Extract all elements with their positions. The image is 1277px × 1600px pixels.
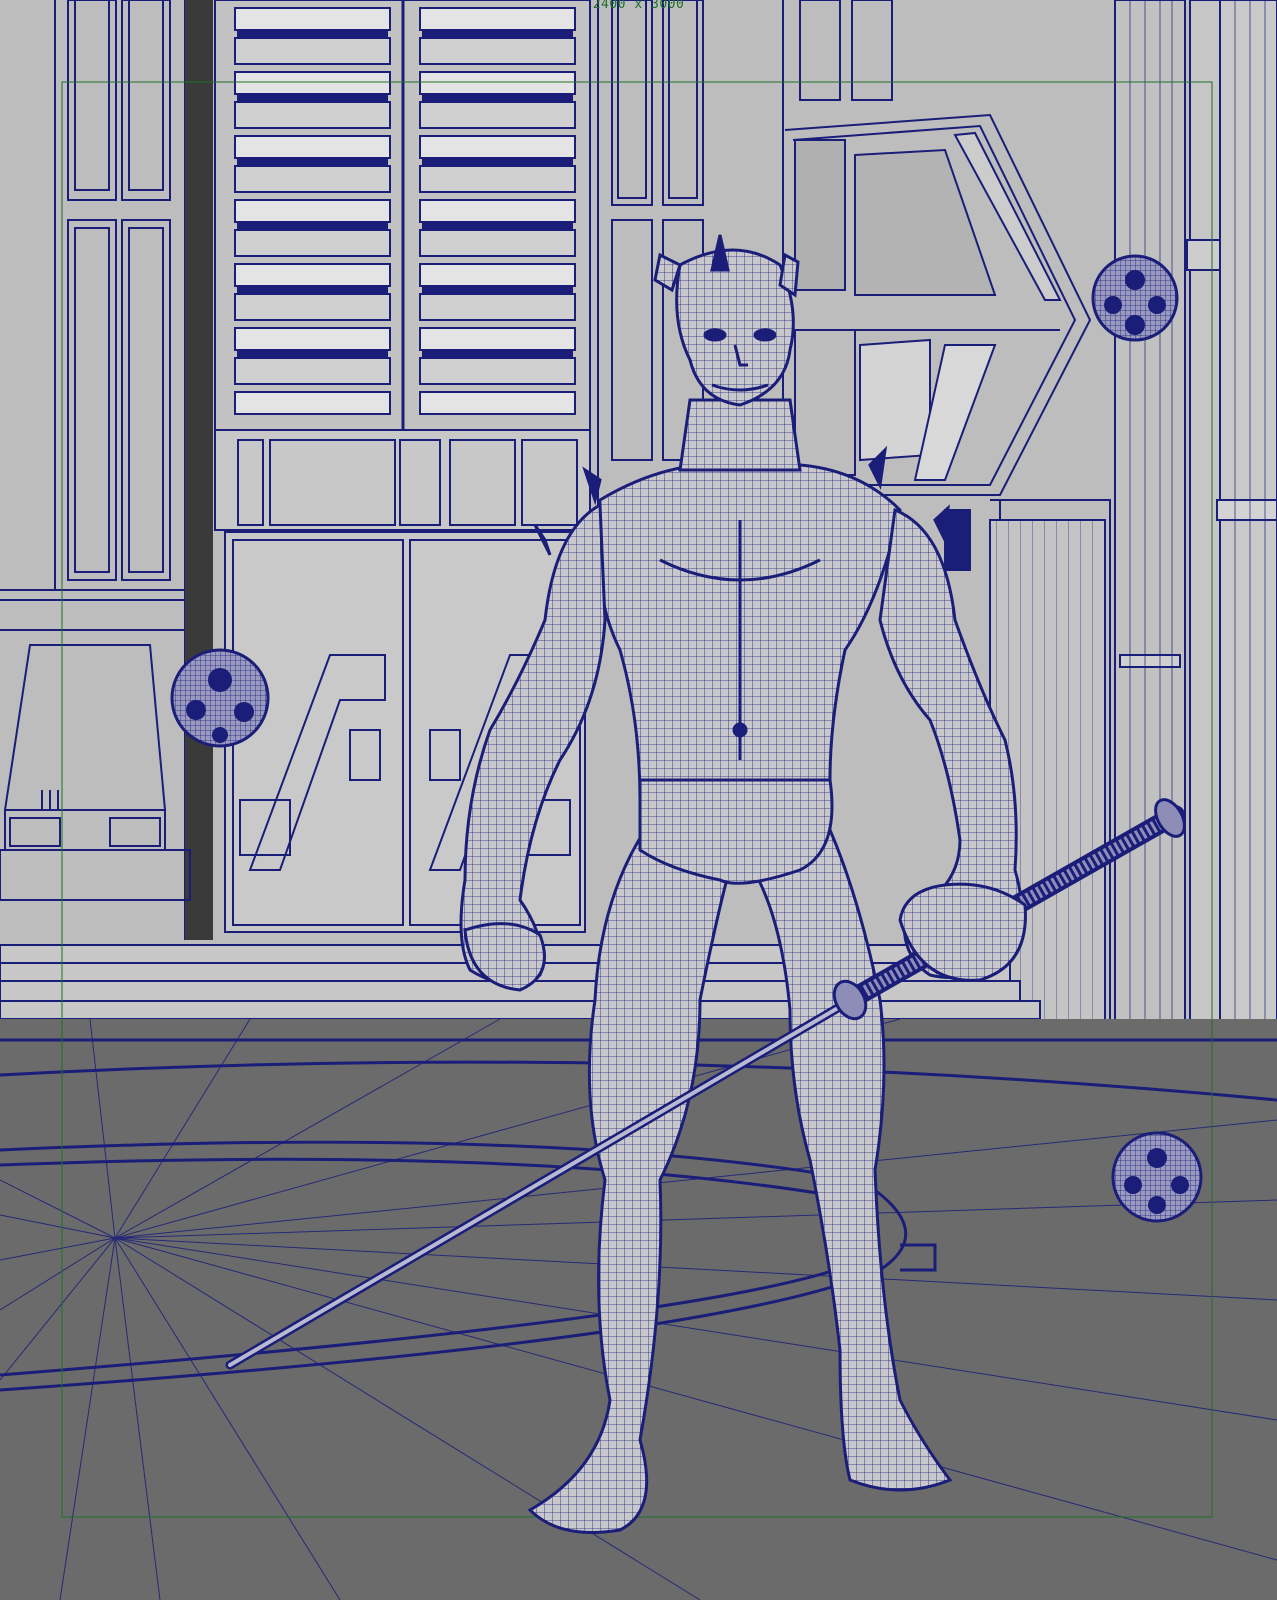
- droid-sphere-left[interactable]: [170, 648, 270, 748]
- droid-sphere-right-bottom[interactable]: [1111, 1131, 1203, 1223]
- right-pipes: [1114, 0, 1277, 1026]
- resolution-gate-label: 2400 x 3000: [592, 0, 685, 12]
- dark-gap: [185, 0, 213, 940]
- droid-sphere-right-top[interactable]: [1091, 254, 1179, 342]
- neck: [678, 398, 802, 472]
- maya-viewport[interactable]: 2400 x 3000: [0, 0, 1277, 1600]
- central-shelves: [214, 0, 591, 431]
- wireframe-scene[interactable]: [0, 0, 1277, 1600]
